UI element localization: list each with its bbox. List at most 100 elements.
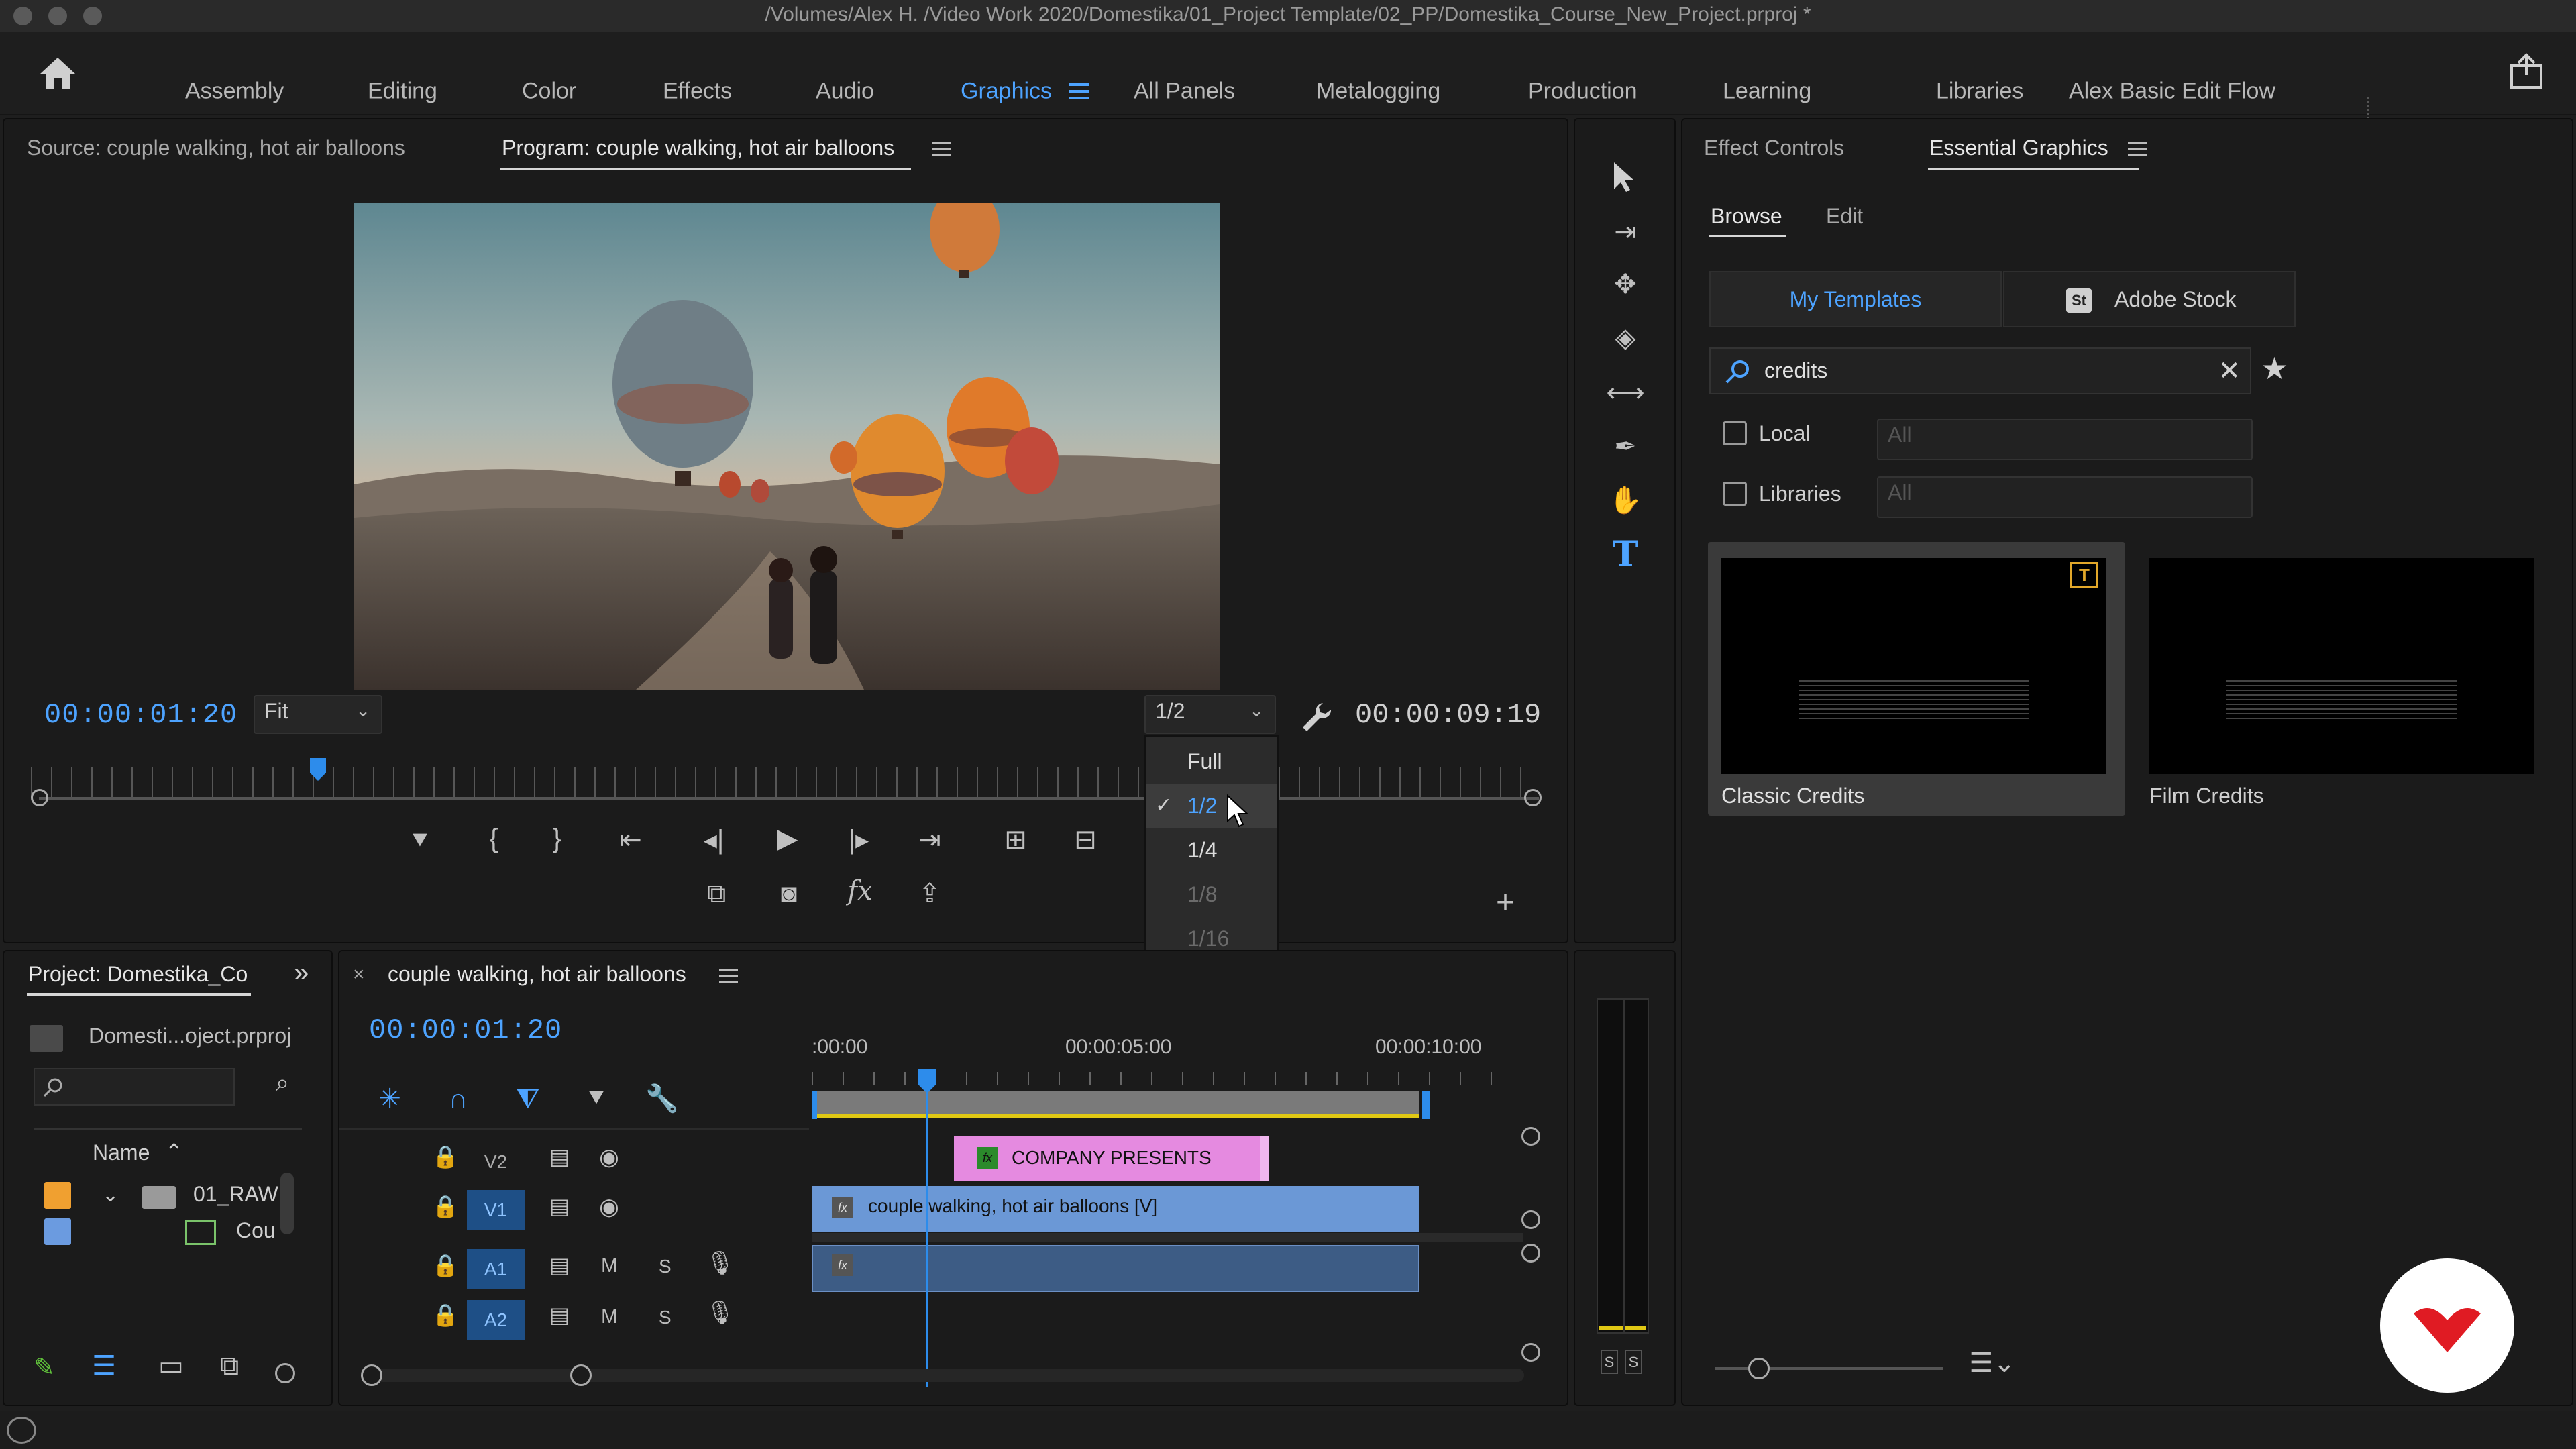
workspace-production[interactable]: Production bbox=[1528, 78, 1638, 105]
workspace-learning[interactable]: Learning bbox=[1723, 78, 1811, 105]
track-label-a1[interactable]: A1 bbox=[467, 1249, 525, 1289]
template-card-classic-credits[interactable]: T Classic Credits bbox=[1708, 542, 2125, 816]
audio-clip[interactable]: fx bbox=[812, 1245, 1419, 1292]
project-search-input[interactable] bbox=[34, 1068, 235, 1106]
eye-icon[interactable]: ◉ bbox=[594, 1195, 624, 1218]
workspace-all-panels[interactable]: All Panels bbox=[1134, 78, 1235, 105]
track-label-a2[interactable]: A2 bbox=[467, 1300, 525, 1340]
template-card-film-credits[interactable]: Film Credits bbox=[2136, 542, 2553, 816]
local-checkbox[interactable] bbox=[1723, 421, 1747, 445]
nest-sequences-icon[interactable]: ✳ bbox=[372, 1085, 408, 1112]
lock-track-icon[interactable]: 🔒 bbox=[432, 1195, 459, 1217]
find-icon[interactable]: ⌕ bbox=[266, 1071, 299, 1095]
tab-sequence[interactable]: couple walking, hot air balloons bbox=[388, 962, 686, 987]
sort-ascending-icon[interactable]: ⌃ bbox=[165, 1139, 183, 1165]
solo-left-button[interactable]: S bbox=[1601, 1350, 1618, 1374]
monitor-time-ruler[interactable] bbox=[31, 767, 1540, 797]
track-select-tool-icon[interactable]: ⇥ bbox=[1602, 219, 1649, 246]
timeline-playhead[interactable] bbox=[915, 1069, 939, 1387]
workspace-metalogging[interactable]: Metalogging bbox=[1316, 78, 1440, 105]
workspace-color[interactable]: Color bbox=[522, 78, 576, 105]
disclosure-chevron-icon[interactable]: ⌄ bbox=[102, 1183, 119, 1207]
name-column-header[interactable]: Name bbox=[93, 1140, 150, 1165]
solo-right-button[interactable]: S bbox=[1625, 1350, 1642, 1374]
timeline-horizontal-scrollbar[interactable] bbox=[364, 1368, 1524, 1382]
monitor-zoom-bar[interactable] bbox=[39, 797, 1539, 800]
lock-track-icon[interactable]: 🔒 bbox=[432, 1254, 459, 1276]
lock-track-icon[interactable]: 🔒 bbox=[432, 1304, 459, 1326]
track-height-handle[interactable] bbox=[1521, 1343, 1540, 1362]
workspace-libraries[interactable]: Libraries bbox=[1936, 78, 2023, 105]
resolution-option-half[interactable]: ✓ 1/2 bbox=[1146, 784, 1277, 828]
lock-track-icon[interactable]: 🔒 bbox=[432, 1146, 459, 1167]
fx-icon[interactable]: fx bbox=[843, 877, 877, 904]
play-icon[interactable]: ▶ bbox=[771, 825, 804, 852]
slip-tool-icon[interactable]: ⟷ bbox=[1602, 380, 1649, 407]
workspace-menu-icon[interactable] bbox=[1069, 82, 1089, 101]
work-area-bar[interactable] bbox=[812, 1091, 1419, 1116]
microphone-icon[interactable]: 🎙 bbox=[706, 1252, 735, 1275]
sync-lock-icon[interactable]: ▤ bbox=[545, 1304, 574, 1326]
track-height-handle[interactable] bbox=[1521, 1210, 1540, 1229]
zoom-bar-right-handle[interactable] bbox=[1524, 789, 1542, 806]
list-item[interactable]: Cou bbox=[236, 1218, 276, 1243]
add-marker-icon[interactable]: ⯆ bbox=[407, 828, 433, 855]
panel-menu-icon[interactable] bbox=[932, 141, 951, 157]
type-tool-icon[interactable]: T bbox=[1605, 534, 1646, 577]
selection-tool-icon[interactable] bbox=[1610, 161, 1640, 193]
step-back-icon[interactable]: ◂| bbox=[698, 826, 730, 853]
clear-search-icon[interactable]: ✕ bbox=[2218, 356, 2241, 386]
label-color-chip[interactable] bbox=[44, 1182, 71, 1209]
project-scrollbar[interactable] bbox=[280, 1173, 294, 1234]
creative-cloud-icon[interactable] bbox=[7, 1417, 36, 1444]
favorites-star-icon[interactable]: ★ bbox=[2261, 350, 2288, 386]
panel-menu-icon[interactable] bbox=[2128, 141, 2147, 157]
export-icon[interactable]: ⇪ bbox=[911, 880, 949, 907]
home-icon[interactable] bbox=[38, 55, 78, 91]
work-area-start-handle[interactable] bbox=[812, 1091, 817, 1119]
mute-track-button[interactable]: M bbox=[601, 1254, 618, 1277]
libraries-checkbox[interactable] bbox=[1723, 482, 1747, 506]
ripple-edit-tool-icon[interactable]: ✥ bbox=[1602, 271, 1649, 298]
overwrite-icon[interactable]: ⊟ bbox=[1065, 826, 1106, 853]
step-forward-icon[interactable]: |▸ bbox=[843, 826, 875, 853]
insert-icon[interactable]: ⊞ bbox=[996, 826, 1036, 853]
list-view-icon[interactable]: ☰ bbox=[86, 1352, 122, 1379]
zoom-bar-left-handle[interactable] bbox=[31, 789, 48, 806]
workspace-alex-basic-edit-flow[interactable]: Alex Basic Edit Flow bbox=[2069, 78, 2275, 105]
sort-icon[interactable]: ☰⌄ bbox=[1966, 1350, 2019, 1377]
timeline-ruler-ticks[interactable] bbox=[812, 1072, 1496, 1085]
freeform-view-icon[interactable]: ⧉ bbox=[209, 1352, 250, 1379]
workspace-audio[interactable]: Audio bbox=[816, 78, 874, 105]
panel-menu-icon[interactable] bbox=[719, 969, 738, 985]
go-to-out-icon[interactable]: ⇥ bbox=[911, 826, 949, 853]
solo-track-button[interactable]: S bbox=[659, 1307, 672, 1328]
monitor-playhead[interactable] bbox=[309, 758, 327, 782]
list-item[interactable]: 01_RAW bbox=[193, 1182, 278, 1207]
work-area-end-handle[interactable] bbox=[1422, 1091, 1430, 1119]
workspace-graphics[interactable]: Graphics bbox=[961, 78, 1052, 105]
snap-magnet-icon[interactable]: ∩ bbox=[440, 1085, 476, 1112]
zoom-slider-thumb[interactable] bbox=[275, 1363, 295, 1383]
title-clip[interactable]: fx COMPANY PRESENTS bbox=[954, 1136, 1269, 1181]
hand-tool-icon[interactable]: ✋ bbox=[1602, 487, 1649, 514]
mark-in-icon[interactable]: { bbox=[480, 825, 507, 852]
scroll-right-handle[interactable] bbox=[570, 1364, 592, 1386]
adobe-stock-button[interactable]: St Adobe Stock bbox=[2003, 271, 2296, 327]
linked-selection-icon[interactable]: ⧨ bbox=[510, 1085, 546, 1112]
expand-panels-icon[interactable]: » bbox=[294, 958, 309, 988]
button-editor-plus-icon[interactable]: + bbox=[1489, 887, 1521, 919]
slider-thumb[interactable] bbox=[1748, 1358, 1770, 1379]
template-search-input[interactable]: credits ✕ bbox=[1709, 347, 2251, 394]
pencil-icon[interactable]: ✎ bbox=[34, 1352, 55, 1383]
my-templates-button[interactable]: My Templates bbox=[1709, 271, 2002, 327]
tab-project[interactable]: Project: Domestika_Co bbox=[28, 962, 250, 987]
icon-view-icon[interactable]: ▭ bbox=[153, 1352, 189, 1379]
tab-program[interactable]: Program: couple walking, hot air balloon… bbox=[502, 136, 894, 160]
sync-lock-icon[interactable]: ▤ bbox=[545, 1254, 574, 1276]
track-label-v2[interactable]: V2 bbox=[467, 1142, 525, 1182]
tab-source[interactable]: Source: couple walking, hot air balloons bbox=[27, 136, 405, 160]
tab-browse[interactable]: Browse bbox=[1711, 204, 1782, 229]
workspace-effects[interactable]: Effects bbox=[663, 78, 732, 105]
timeline-current-time[interactable]: 00:00:01:20 bbox=[369, 1014, 562, 1046]
